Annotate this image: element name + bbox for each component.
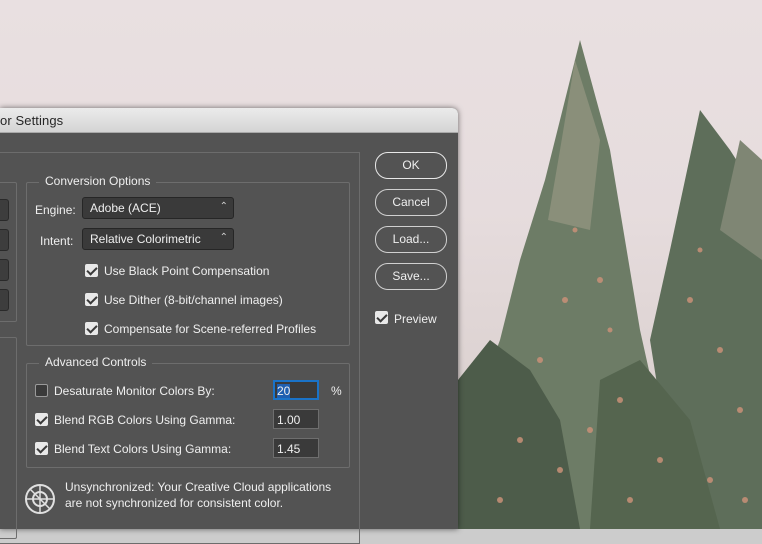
black-point-checkbox[interactable] <box>85 264 98 277</box>
blend-text-input[interactable]: 1.45 <box>273 438 319 458</box>
blend-rgb-value: 1.00 <box>277 413 301 427</box>
conversion-options-title: Conversion Options <box>39 174 157 188</box>
intent-value: Relative Colorimetric <box>90 232 201 246</box>
advanced-controls-title: Advanced Controls <box>39 355 153 369</box>
chevron-updown-icon: ⌃ <box>219 201 228 212</box>
chevron-updown-icon: ⌃ <box>219 232 228 243</box>
color-settings-dialog: or Settings Conversion Options Engine: A… <box>0 108 458 544</box>
engine-select[interactable]: Adobe (ACE) ⌃ <box>82 197 234 219</box>
blend-text-label: Blend Text Colors Using Gamma: <box>54 442 232 456</box>
working-space-select-3[interactable] <box>0 259 9 281</box>
working-space-select-1[interactable] <box>0 199 9 221</box>
intent-label: Intent: <box>40 234 74 248</box>
desaturate-label: Desaturate Monitor Colors By: <box>54 384 215 398</box>
desaturate-unit: % <box>331 384 342 398</box>
cancel-button[interactable]: Cancel <box>375 189 447 216</box>
engine-value: Adobe (ACE) <box>90 201 161 215</box>
dialog-title: or Settings <box>0 113 64 128</box>
desaturate-input[interactable]: 20 <box>273 380 319 400</box>
preview-checkbox[interactable] <box>375 311 388 324</box>
sync-message: Unsynchronized: Your Creative Cloud appl… <box>65 479 365 511</box>
scene-referred-label: Compensate for Scene-referred Profiles <box>104 322 317 336</box>
blend-rgb-input[interactable]: 1.00 <box>273 409 319 429</box>
desaturate-checkbox[interactable] <box>35 384 48 397</box>
blend-rgb-label: Blend RGB Colors Using Gamma: <box>54 413 236 427</box>
dither-label: Use Dither (8-bit/channel images) <box>104 293 283 307</box>
working-space-select-4[interactable] <box>0 289 9 311</box>
dither-checkbox[interactable] <box>85 293 98 306</box>
black-point-label: Use Black Point Compensation <box>104 264 270 278</box>
working-space-select-2[interactable] <box>0 229 9 251</box>
sync-message-line-2: are not synchronized for consistent colo… <box>65 496 284 510</box>
load-button[interactable]: Load... <box>375 226 447 253</box>
blend-text-value: 1.45 <box>277 442 301 456</box>
title-bar[interactable]: or Settings <box>0 108 458 133</box>
color-sync-icon <box>25 484 55 514</box>
blend-text-checkbox[interactable] <box>35 442 48 455</box>
ok-button[interactable]: OK <box>375 152 447 179</box>
intent-select[interactable]: Relative Colorimetric ⌃ <box>82 228 234 250</box>
desaturate-value: 20 <box>277 384 291 398</box>
color-policies-group <box>0 337 17 539</box>
preview-label: Preview <box>394 312 437 326</box>
sync-message-line-1: Unsynchronized: Your Creative Cloud appl… <box>65 480 332 494</box>
save-button[interactable]: Save... <box>375 263 447 290</box>
scene-referred-checkbox[interactable] <box>85 322 98 335</box>
engine-label: Engine: <box>35 203 76 217</box>
blend-rgb-checkbox[interactable] <box>35 413 48 426</box>
